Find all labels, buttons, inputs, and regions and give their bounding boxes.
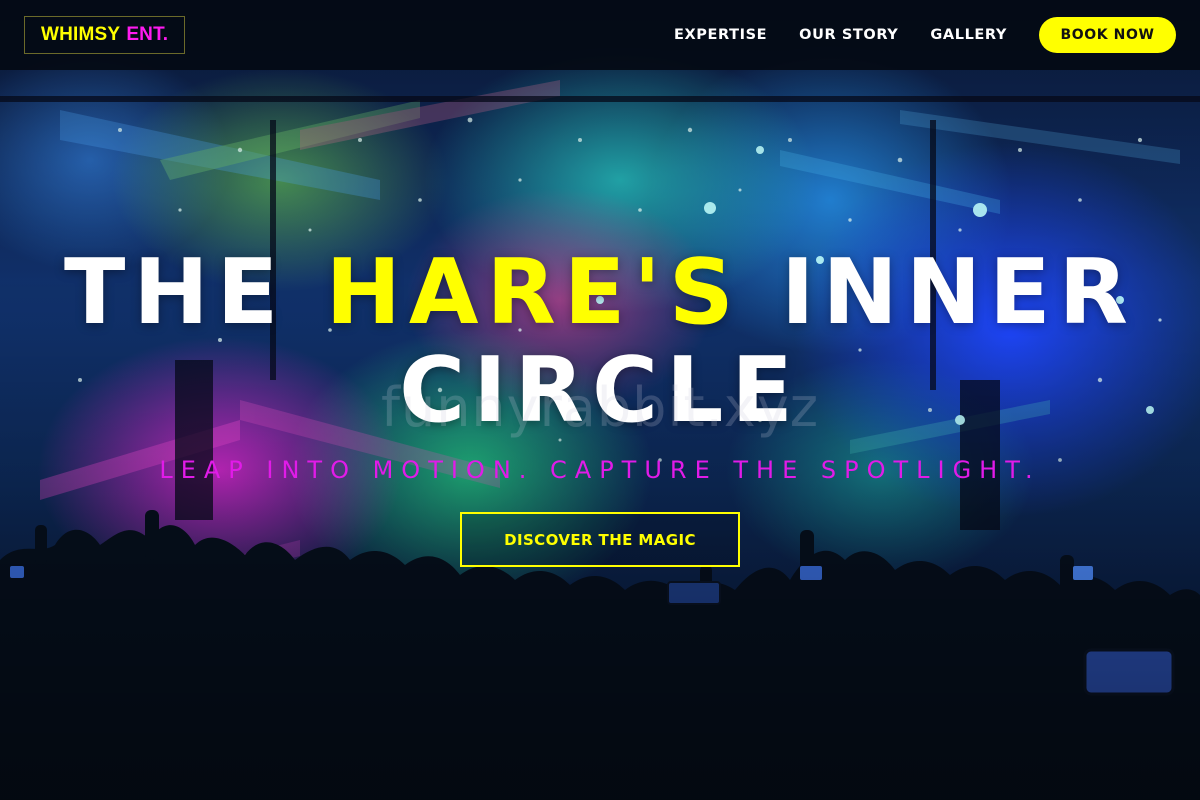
hero-title-part1: THE [64, 240, 287, 345]
nav-link-expertise[interactable]: EXPERTISE [674, 27, 767, 43]
landing-page: WHIMSY ENT. EXPERTISE OUR STORY GALLERY … [0, 0, 1200, 800]
nav-link-our-story[interactable]: OUR STORY [799, 27, 898, 43]
hero-title-part2: INNER [781, 240, 1136, 345]
hero-title: THE HARE'S INNER CIRCLE [0, 244, 1200, 440]
book-now-button[interactable]: BOOK NOW [1039, 17, 1176, 53]
nav-menu: EXPERTISE OUR STORY GALLERY BOOK NOW [674, 17, 1176, 53]
hero-title-highlight: HARE'S [325, 240, 742, 345]
nav-link-gallery[interactable]: GALLERY [930, 27, 1007, 43]
hero-title-line2: CIRCLE [399, 338, 801, 443]
hero-section: THE HARE'S INNER CIRCLE funnyrabbit.xyz … [0, 0, 1200, 800]
logo-text-primary: WHIMSY [41, 24, 121, 45]
brand-logo[interactable]: WHIMSY ENT. [24, 16, 186, 54]
top-navbar: WHIMSY ENT. EXPERTISE OUR STORY GALLERY … [0, 0, 1200, 70]
hero-tagline: LEAP INTO MOTION. CAPTURE THE SPOTLIGHT. [159, 456, 1041, 484]
logo-text-secondary: ENT. [126, 24, 169, 45]
discover-magic-button[interactable]: DISCOVER THE MAGIC [460, 512, 740, 567]
